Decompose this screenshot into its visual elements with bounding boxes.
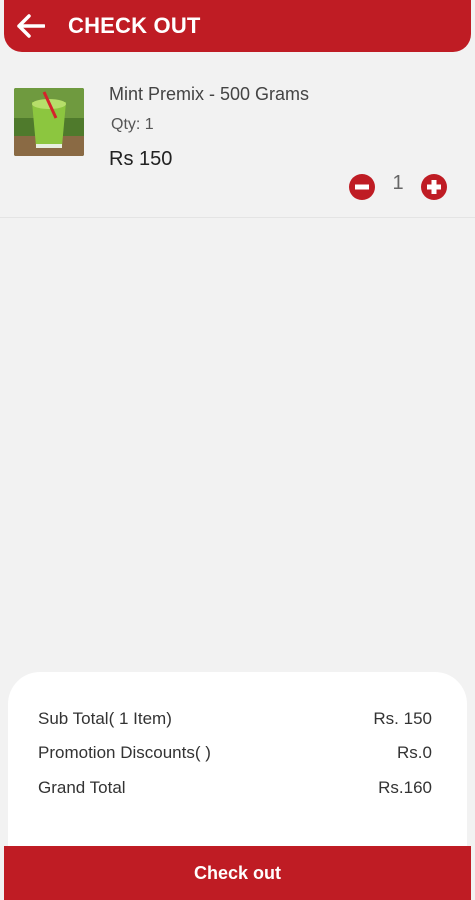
- page-title: CHECK OUT: [68, 13, 201, 38]
- cart-item: Mint Premix - 500 Grams Qty: 1 Rs 150 1: [0, 70, 475, 218]
- checkout-button[interactable]: Check out: [4, 846, 471, 900]
- app-header: CHECK OUT: [4, 0, 471, 52]
- minus-circle-icon: [349, 174, 375, 200]
- grand-total-row: Grand Total Rs.160: [38, 778, 432, 798]
- subtotal-label: Sub Total( 1 Item): [38, 709, 172, 728]
- product-name: Mint Premix - 500 Grams: [109, 84, 310, 104]
- discount-value: Rs.0: [397, 743, 432, 762]
- decrease-quantity-button[interactable]: [349, 174, 375, 200]
- discount-label: Promotion Discounts( ): [38, 743, 211, 762]
- product-qty-label: Qty: 1: [111, 116, 154, 133]
- product-image[interactable]: [14, 88, 84, 156]
- back-button[interactable]: [6, 0, 56, 52]
- arrow-left-icon: [17, 14, 45, 38]
- subtotal-row: Sub Total( 1 Item) Rs. 150: [38, 709, 432, 729]
- increase-quantity-button[interactable]: [421, 174, 447, 200]
- grand-total-label: Grand Total: [38, 778, 126, 797]
- order-summary: Sub Total( 1 Item) Rs. 150 Promotion Dis…: [8, 672, 467, 847]
- subtotal-value: Rs. 150: [373, 709, 432, 728]
- quantity-value: 1: [392, 172, 404, 194]
- grand-total-value: Rs.160: [378, 778, 432, 797]
- discount-row: Promotion Discounts( ) Rs.0: [38, 743, 432, 763]
- plus-circle-icon: [421, 174, 447, 200]
- product-price: Rs 150: [109, 148, 173, 170]
